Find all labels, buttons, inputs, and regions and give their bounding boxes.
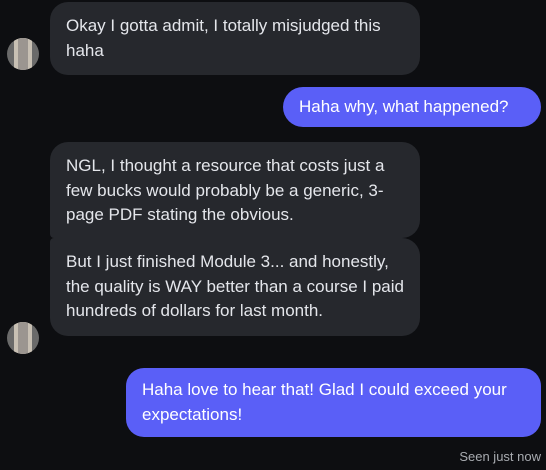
chat-thread: Okay I gotta admit, I totally misjudged … — [0, 0, 546, 470]
sent-message[interactable]: Haha love to hear that! Glad I could exc… — [126, 368, 541, 437]
received-message[interactable]: NGL, I thought a resource that costs jus… — [50, 142, 420, 238]
seen-status: Seen just now — [459, 449, 541, 464]
received-message[interactable]: But I just finished Module 3... and hone… — [50, 238, 420, 336]
contact-avatar[interactable] — [7, 38, 39, 70]
sent-message[interactable]: Haha why, what happened? — [283, 87, 541, 127]
contact-avatar[interactable] — [7, 322, 39, 354]
received-message[interactable]: Okay I gotta admit, I totally misjudged … — [50, 2, 420, 75]
